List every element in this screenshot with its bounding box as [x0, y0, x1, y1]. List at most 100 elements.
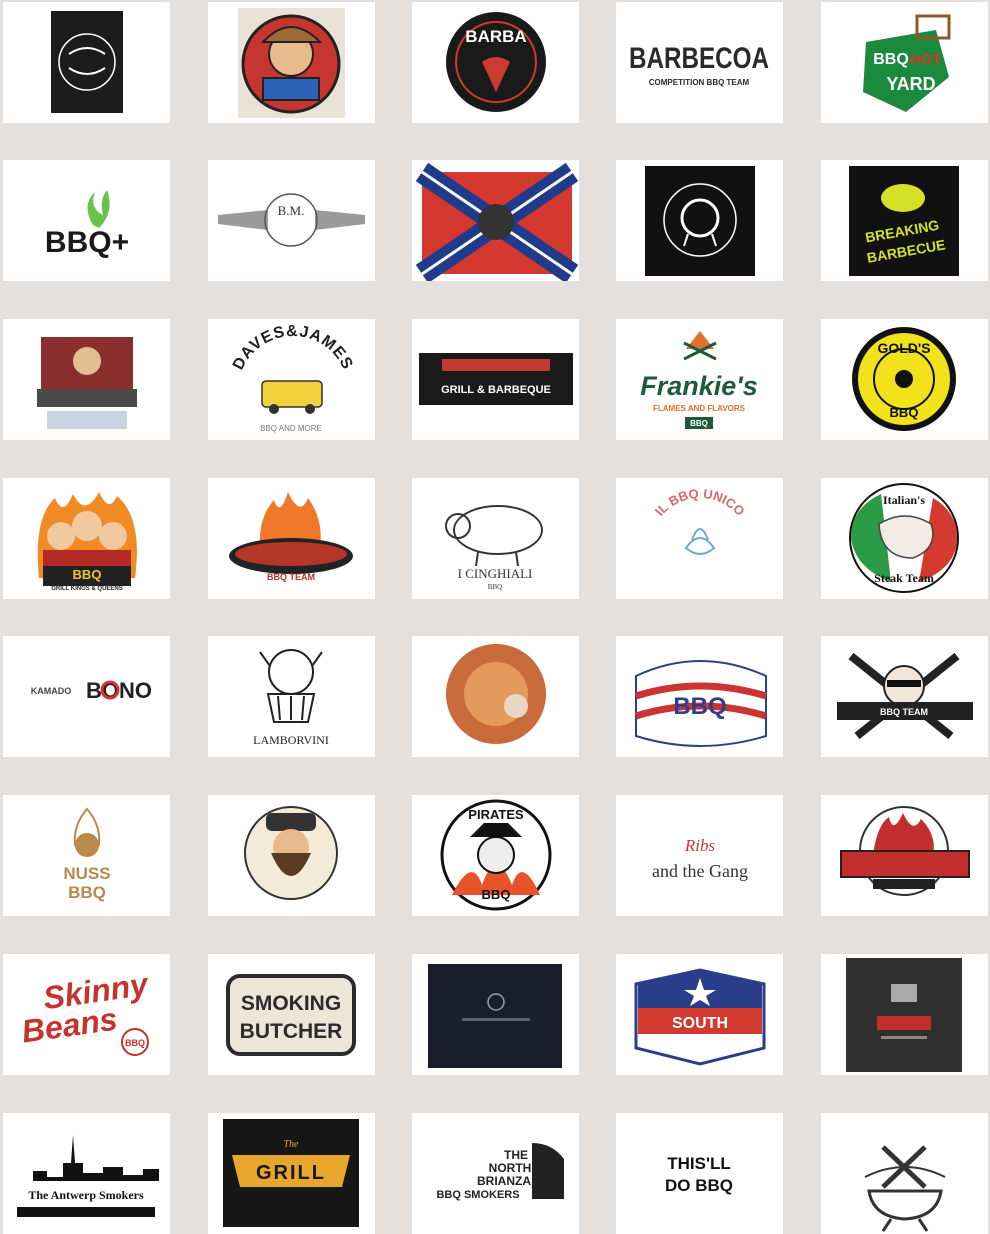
barba-text: BARBA — [465, 27, 526, 46]
logo-tile[interactable]: BREAKING BARBECUE — [821, 160, 988, 281]
pit-cartoon-logo — [238, 8, 345, 118]
ribs-text: Ribs — [684, 836, 716, 855]
grill-unchained-logo: BBQ TEAM — [229, 492, 353, 582]
nb-sub: NORTH — [489, 1161, 532, 1175]
logo-tile[interactable]: THIS'LL DO BBQ — [616, 1113, 783, 1234]
logo-tile[interactable]: IL BBQ UNICO — [616, 478, 783, 599]
logo-tile[interactable]: BARBA — [412, 2, 579, 123]
the-grill-logo: The GRILL — [223, 1119, 359, 1227]
kamado-bono-logo: KAMADO BONO — [31, 678, 152, 703]
charcoal-crew-logo — [37, 337, 137, 429]
logo-tile[interactable] — [3, 2, 170, 123]
logo-tile[interactable]: NUSS BBQ — [3, 795, 170, 916]
golds-bbq-logo: GOLD'S BBQ — [852, 327, 956, 431]
grill-tools-logo — [864, 1145, 946, 1232]
frankies-sub2: BBQ — [690, 419, 708, 428]
logo-tile[interactable]: SMOKING BUTCHER — [208, 954, 375, 1075]
logo-tile[interactable]: LAMBORVINI — [208, 636, 375, 757]
logo-tile[interactable]: GOLD'S BBQ — [821, 319, 988, 440]
nuss-bbq-logo: NUSS BBQ — [63, 807, 111, 902]
gkq-sub: GRILL KINGS & QUEENS — [51, 586, 123, 592]
dark-card-logo — [428, 964, 562, 1068]
svg-text:DAVES&JAMES: DAVES&JAMES — [230, 323, 356, 373]
dark-box-logo — [846, 958, 962, 1072]
logo-tile[interactable] — [412, 160, 579, 281]
logo-tile[interactable]: I CINGHIALI BBQ — [412, 478, 579, 599]
logo-tile[interactable]: Skinny Beans BBQ — [3, 954, 170, 1075]
lamborvini-logo: LAMBORVINI — [253, 649, 329, 747]
logo-tile[interactable] — [3, 319, 170, 440]
logo-tile[interactable] — [821, 795, 988, 916]
daves-james-logo: DAVES&JAMES BBQ AND MORE — [230, 323, 356, 433]
logo-tile[interactable]: PIRATES BBQ — [412, 795, 579, 916]
usa-bbq-text: BBQ — [673, 693, 726, 720]
grill-barbeque-logo: GRILL & BARBEQUE — [419, 353, 573, 405]
bm-wings-logo: B.M. — [218, 193, 365, 247]
logo-tile[interactable]: The Antwerp Smokers — [3, 1113, 170, 1234]
logo-tile[interactable]: BBQ TEAM — [208, 478, 375, 599]
logo-tile[interactable]: BBQ HOT YARD — [821, 2, 988, 123]
the-rusty-grill-logo — [51, 11, 123, 113]
skinny-beans-logo: Skinny Beans BBQ — [19, 966, 152, 1056]
the-grill-sub: The — [284, 1139, 300, 1150]
nuss-sub: BBQ — [68, 883, 106, 902]
italians-steak-team-logo: Italian's Steak Team — [849, 483, 959, 593]
south-erbedia-logo: SOUTH — [634, 968, 766, 1066]
logo-tile[interactable]: SOUTH — [616, 954, 783, 1075]
logo-tile[interactable]: BBQ GRILL KINGS & QUEENS — [3, 478, 170, 599]
bbq-hot-yard-text: BBQ — [873, 51, 909, 68]
bbq-plus-text: BBQ+ — [45, 226, 129, 259]
logo-tile[interactable] — [821, 1113, 988, 1234]
il-bbq-unico-text: IL BBQ UNICO — [652, 486, 748, 519]
logo-tile[interactable]: Italian's Steak Team — [821, 478, 988, 599]
svg-text:IL BBQ UNICO: IL BBQ UNICO — [652, 486, 748, 519]
antwerp-text: The Antwerp Smokers — [28, 1188, 144, 1202]
frankies-logo: Frankie's FLAMES AND FLAVORS BBQ — [640, 331, 758, 429]
breaking-barbecue-logo: BREAKING BARBECUE — [849, 166, 959, 276]
bbq-hot-yard-sub2: YARD — [886, 74, 935, 94]
usa-bbq-logo: BBQ — [634, 660, 768, 747]
logo-tile[interactable]: GRILL & BARBEQUE — [412, 319, 579, 440]
logo-tile[interactable]: BARBECOA COMPETITION BBQ TEAM — [616, 2, 783, 123]
golds-sub: BBQ — [890, 405, 919, 420]
logo-tile[interactable]: DAVES&JAMES BBQ AND MORE — [208, 319, 375, 440]
nb-text: THE — [504, 1148, 528, 1162]
smoking-butcher-logo: SMOKING BUTCHER — [226, 974, 356, 1056]
logo-tile[interactable]: BBQ+ — [3, 160, 170, 281]
skinny-sub2: BBQ — [125, 1038, 145, 1048]
lamborvini-text: LAMBORVINI — [253, 733, 329, 747]
logo-tile[interactable] — [821, 954, 988, 1075]
nuss-text: NUSS — [63, 864, 110, 883]
logo-tile[interactable] — [616, 160, 783, 281]
nb-sub2: BRIANZA — [477, 1174, 531, 1188]
logo-tile[interactable]: BBQ — [616, 636, 783, 757]
bbq-hot-yard-logo: BBQ HOT YARD — [863, 14, 951, 112]
logo-tile[interactable] — [412, 954, 579, 1075]
logo-tile[interactable]: Frankie's FLAMES AND FLAVORS BBQ — [616, 319, 783, 440]
logo-tile[interactable]: The GRILL — [208, 1113, 375, 1234]
logo-tile[interactable]: Ribs and the Gang — [616, 795, 783, 916]
logo-tile[interactable]: THE NORTH BRIANZA BBQ SMOKERS — [412, 1113, 579, 1234]
logo-tile[interactable] — [208, 2, 375, 123]
ribs-sub: and the Gang — [652, 861, 748, 881]
skinny-sub: Beans — [19, 1001, 119, 1050]
bearded-man-logo — [244, 806, 338, 900]
south-text: SOUTH — [672, 1015, 728, 1032]
round-photo-logo — [446, 644, 546, 744]
frankies-text: Frankie's — [640, 371, 757, 401]
il-bbq-unico-logo: IL BBQ UNICO — [652, 486, 748, 555]
barbecoa-logo: BARBECOA COMPETITION BBQ TEAM — [629, 42, 769, 87]
red-fire-team-logo — [840, 806, 970, 896]
logo-tile[interactable]: B.M. — [208, 160, 375, 281]
logo-tile[interactable]: BBQ TEAM — [821, 636, 988, 757]
kamado-text: KAMADO — [31, 686, 72, 696]
barbecoa-text: BARBECOA — [629, 42, 769, 75]
logo-tile[interactable] — [412, 636, 579, 757]
barbecoa-sub: COMPETITION BBQ TEAM — [649, 78, 750, 87]
spatula-team-logo: BBQ TEAM — [837, 652, 973, 740]
logo-tile[interactable]: KAMADO BONO — [3, 636, 170, 757]
logo-tile[interactable] — [208, 795, 375, 916]
grill-barbeque-sub: GRILL & BARBEQUE — [441, 384, 551, 396]
grill-kings-queens-logo: BBQ GRILL KINGS & QUEENS — [37, 492, 137, 592]
gkq-text: BBQ — [73, 567, 102, 582]
